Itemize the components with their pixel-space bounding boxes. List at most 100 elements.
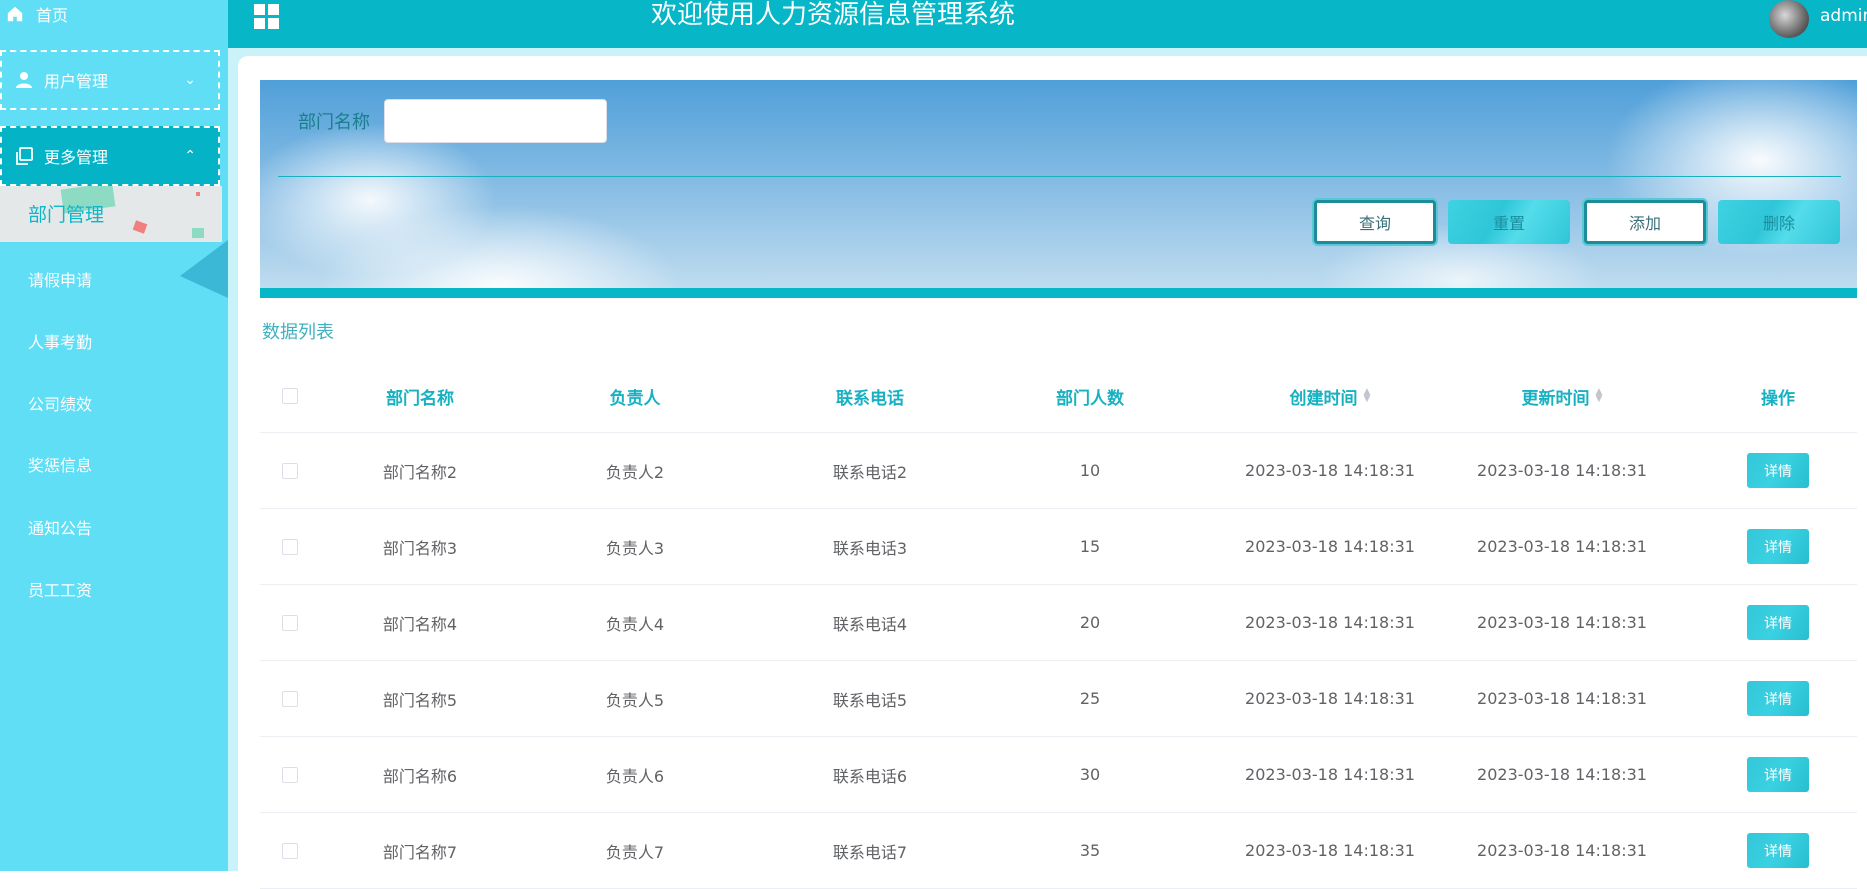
copy-icon <box>16 147 33 165</box>
query-button[interactable]: 查询 <box>1314 200 1436 244</box>
sidebar-item-label: 部门管理 <box>28 204 105 226</box>
cell-leader: 负责人6 <box>605 766 665 786</box>
sidebar-group-label: 用户管理 <box>44 72 109 91</box>
row-checkbox[interactable] <box>282 462 298 479</box>
sidebar-item-leave-request[interactable]: 请假申请 <box>28 267 92 291</box>
user-icon <box>16 72 32 88</box>
cell-phone: 联系电话3 <box>832 538 908 558</box>
detail-button[interactable]: 详情 <box>1747 833 1809 868</box>
cell-department-name: 部门名称7 <box>382 842 458 862</box>
cell-created-time: 2023-03-18 14:18:31 <box>1245 689 1415 708</box>
row-checkbox[interactable] <box>282 690 298 707</box>
cell-leader: 负责人5 <box>605 690 665 710</box>
cell-member-count: 30 <box>1079 765 1101 784</box>
cell-phone: 联系电话5 <box>832 690 908 710</box>
avatar[interactable] <box>1769 0 1809 38</box>
cell-member-count: 20 <box>1079 613 1101 632</box>
select-all-cell <box>260 360 320 432</box>
table-row: 部门名称4 负责人4 联系电话4 20 2023-03-18 14:18:31 … <box>260 585 1857 661</box>
sidebar-item-rewards[interactable]: 奖惩信息 <box>28 452 92 476</box>
detail-button[interactable]: 详情 <box>1747 605 1809 640</box>
data-table: 部门名称 负责人 联系电话 部门人数 创建时间 ▲ ▼ 更新时间 ▲ ▼ 操作 部门… <box>260 360 1857 889</box>
cell-phone: 联系电话7 <box>832 842 908 862</box>
sidebar-item-announcements[interactable]: 通知公告 <box>28 515 92 539</box>
sidebar-item-salary[interactable]: 员工工资 <box>28 577 92 601</box>
cell-updated-time: 2023-03-18 14:18:31 <box>1477 841 1647 860</box>
data-list-title: 数据列表 <box>262 322 334 343</box>
cell-created-time: 2023-03-18 14:18:31 <box>1245 765 1415 784</box>
sidebar-item-home[interactable]: 首页 <box>0 0 228 28</box>
table-row: 部门名称5 负责人5 联系电话5 25 2023-03-18 14:18:31 … <box>260 661 1857 737</box>
sidebar-item-department-management[interactable]: 部门管理 <box>0 186 222 242</box>
sort-icon[interactable]: ▲ ▼ <box>1596 388 1603 404</box>
table-header: 部门名称 负责人 联系电话 部门人数 创建时间 ▲ ▼ 更新时间 ▲ ▼ 操作 <box>260 360 1857 433</box>
cell-department-name: 部门名称2 <box>382 462 458 482</box>
column-header-label: 更新时间 <box>1521 388 1590 409</box>
app-title: 欢迎使用人力资源信息管理系统 <box>650 0 1015 30</box>
cell-leader: 负责人7 <box>605 842 665 862</box>
table-row: 部门名称2 负责人2 联系电话2 10 2023-03-18 14:18:31 … <box>260 433 1857 509</box>
table-row: 部门名称3 负责人3 联系电话3 15 2023-03-18 14:18:31 … <box>260 509 1857 585</box>
row-checkbox[interactable] <box>282 538 298 555</box>
cell-created-time: 2023-03-18 14:18:31 <box>1245 537 1415 556</box>
column-header-actions: 操作 <box>1761 388 1795 409</box>
cell-department-name: 部门名称5 <box>382 690 458 710</box>
sidebar-item-label: 首页 <box>36 6 69 25</box>
row-checkbox[interactable] <box>282 614 298 631</box>
chevron-down-icon: ⌄ <box>184 72 196 88</box>
sidebar: 首页 用户管理 ⌄ 更多管理 ⌃ 部门管理 请假申请 人事考勤 公司绩效 奖惩信… <box>0 0 228 871</box>
cell-member-count: 15 <box>1079 537 1101 556</box>
column-header-created-time[interactable]: 创建时间 ▲ ▼ <box>1220 360 1440 432</box>
sidebar-group-more-management[interactable]: 更多管理 ⌃ <box>0 126 220 186</box>
cell-created-time: 2023-03-18 14:18:31 <box>1245 841 1415 860</box>
detail-button[interactable]: 详情 <box>1747 529 1809 564</box>
cell-department-name: 部门名称6 <box>382 766 458 786</box>
column-header-department-name: 部门名称 <box>386 388 454 409</box>
department-name-input[interactable] <box>384 99 607 143</box>
search-divider <box>278 176 1841 177</box>
cell-leader: 负责人2 <box>605 462 665 482</box>
decoration <box>196 192 200 196</box>
cell-updated-time: 2023-03-18 14:18:31 <box>1477 689 1647 708</box>
cell-member-count: 35 <box>1079 841 1101 860</box>
detail-button[interactable]: 详情 <box>1747 757 1809 792</box>
sidebar-item-attendance[interactable]: 人事考勤 <box>28 329 92 353</box>
cell-updated-time: 2023-03-18 14:18:31 <box>1477 765 1647 784</box>
sidebar-item-performance[interactable]: 公司绩效 <box>28 391 92 415</box>
cell-phone: 联系电话6 <box>832 766 908 786</box>
row-checkbox[interactable] <box>282 766 298 783</box>
username[interactable]: admin <box>1820 6 1867 26</box>
cell-updated-time: 2023-03-18 14:18:31 <box>1477 461 1647 480</box>
reset-button[interactable]: 重置 <box>1448 200 1570 244</box>
sort-icon[interactable]: ▲ ▼ <box>1364 388 1371 404</box>
column-header-leader: 负责人 <box>609 388 661 409</box>
cell-leader: 负责人4 <box>605 614 665 634</box>
cell-created-time: 2023-03-18 14:18:31 <box>1245 613 1415 632</box>
column-header-member-count: 部门人数 <box>1056 388 1124 409</box>
detail-button[interactable]: 详情 <box>1747 453 1809 488</box>
cell-updated-time: 2023-03-18 14:18:31 <box>1477 537 1647 556</box>
column-header-label: 创建时间 <box>1289 388 1358 409</box>
cell-updated-time: 2023-03-18 14:18:31 <box>1477 613 1647 632</box>
chevron-up-icon: ⌃ <box>184 148 196 164</box>
paper-plane-decoration <box>180 240 228 298</box>
add-button[interactable]: 添加 <box>1584 200 1706 244</box>
cell-created-time: 2023-03-18 14:18:31 <box>1245 461 1415 480</box>
sidebar-group-user-management[interactable]: 用户管理 ⌄ <box>0 50 220 110</box>
cell-member-count: 10 <box>1079 461 1101 480</box>
top-header: 欢迎使用人力资源信息管理系统 admin <box>228 0 1867 48</box>
column-header-phone: 联系电话 <box>836 388 904 409</box>
delete-button[interactable]: 删除 <box>1718 200 1840 244</box>
row-checkbox[interactable] <box>282 842 298 859</box>
detail-button[interactable]: 详情 <box>1747 681 1809 716</box>
cell-leader: 负责人3 <box>605 538 665 558</box>
cell-department-name: 部门名称4 <box>382 614 458 634</box>
cell-member-count: 25 <box>1079 689 1101 708</box>
search-label-department-name: 部门名称 <box>298 112 370 133</box>
table-row: 部门名称6 负责人6 联系电话6 30 2023-03-18 14:18:31 … <box>260 737 1857 813</box>
select-all-checkbox[interactable] <box>282 388 298 404</box>
cell-department-name: 部门名称3 <box>382 538 458 558</box>
home-icon <box>7 6 23 22</box>
table-row: 部门名称7 负责人7 联系电话7 35 2023-03-18 14:18:31 … <box>260 813 1857 889</box>
column-header-updated-time[interactable]: 更新时间 ▲ ▼ <box>1452 360 1672 432</box>
